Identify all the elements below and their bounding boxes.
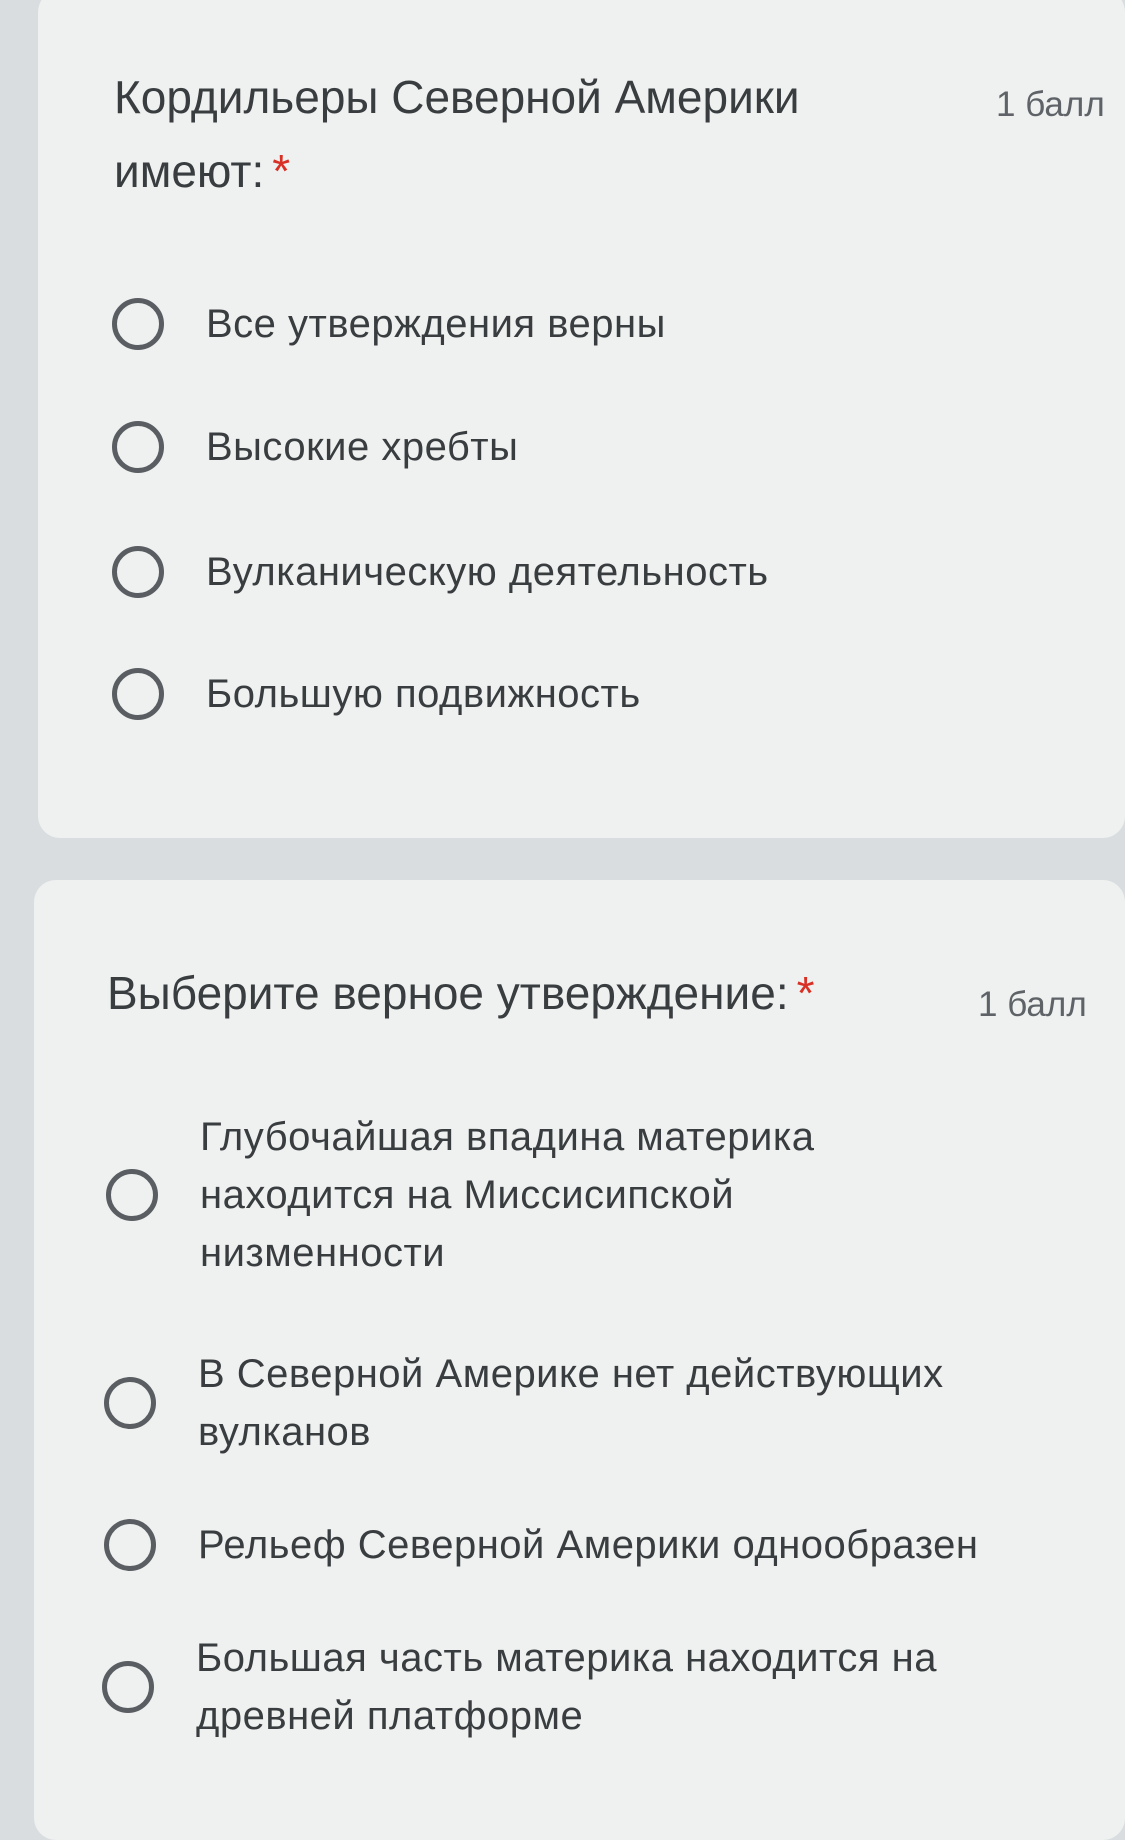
option-label: Большая часть материка находится на древ… bbox=[196, 1636, 937, 1738]
question-card-2: Выберите верное утверждение: * 1 балл Глу… bbox=[34, 880, 1125, 1840]
option-label: Большую подвижность bbox=[206, 672, 641, 716]
required-asterisk: * bbox=[796, 967, 815, 1019]
required-asterisk: * bbox=[272, 145, 291, 197]
radio-unchecked-icon[interactable] bbox=[112, 298, 164, 350]
radio-option[interactable]: Глубочайшая впадина материка находится н… bbox=[106, 1108, 926, 1282]
option-label: В Северной Америке нет действующих вулка… bbox=[198, 1352, 944, 1454]
radio-unchecked-icon[interactable] bbox=[112, 668, 164, 720]
radio-option[interactable]: Вулканическую деятельность bbox=[112, 543, 769, 601]
radio-option[interactable]: Все утверждения верны bbox=[112, 295, 666, 353]
points-label: 1 балл bbox=[978, 985, 1087, 1024]
option-label: Высокие хребты bbox=[206, 425, 519, 469]
option-label: Вулканическую деятельность bbox=[206, 550, 769, 594]
option-label: Глубочайшая впадина материка находится н… bbox=[200, 1115, 815, 1275]
question-text: Выберите верное утверждение: bbox=[107, 967, 789, 1019]
question-title: Выберите верное утверждение: * bbox=[107, 956, 927, 1030]
radio-unchecked-icon[interactable] bbox=[112, 546, 164, 598]
radio-option[interactable]: Рельеф Северной Америки однообразен bbox=[104, 1516, 1104, 1574]
question-card-1: Кордильеры Северной Америки имеют: * 1 ба… bbox=[38, 0, 1125, 838]
radio-option[interactable]: В Северной Америке нет действующих вулка… bbox=[104, 1345, 1044, 1461]
radio-option[interactable]: Большая часть материка находится на древ… bbox=[102, 1629, 1042, 1745]
radio-unchecked-icon[interactable] bbox=[102, 1661, 154, 1713]
points-label: 1 балл bbox=[996, 85, 1105, 124]
radio-unchecked-icon[interactable] bbox=[104, 1519, 156, 1571]
radio-unchecked-icon[interactable] bbox=[104, 1377, 156, 1429]
radio-unchecked-icon[interactable] bbox=[106, 1169, 158, 1221]
option-label: Все утверждения верны bbox=[206, 302, 666, 346]
option-label: Рельеф Северной Америки однообразен bbox=[198, 1523, 979, 1567]
radio-option[interactable]: Высокие хребты bbox=[112, 418, 518, 476]
question-title: Кордильеры Северной Америки имеют: * bbox=[114, 60, 834, 208]
radio-unchecked-icon[interactable] bbox=[112, 421, 164, 473]
radio-option[interactable]: Большую подвижность bbox=[112, 665, 641, 723]
question-text: Кордильеры Северной Америки имеют: bbox=[114, 71, 800, 197]
